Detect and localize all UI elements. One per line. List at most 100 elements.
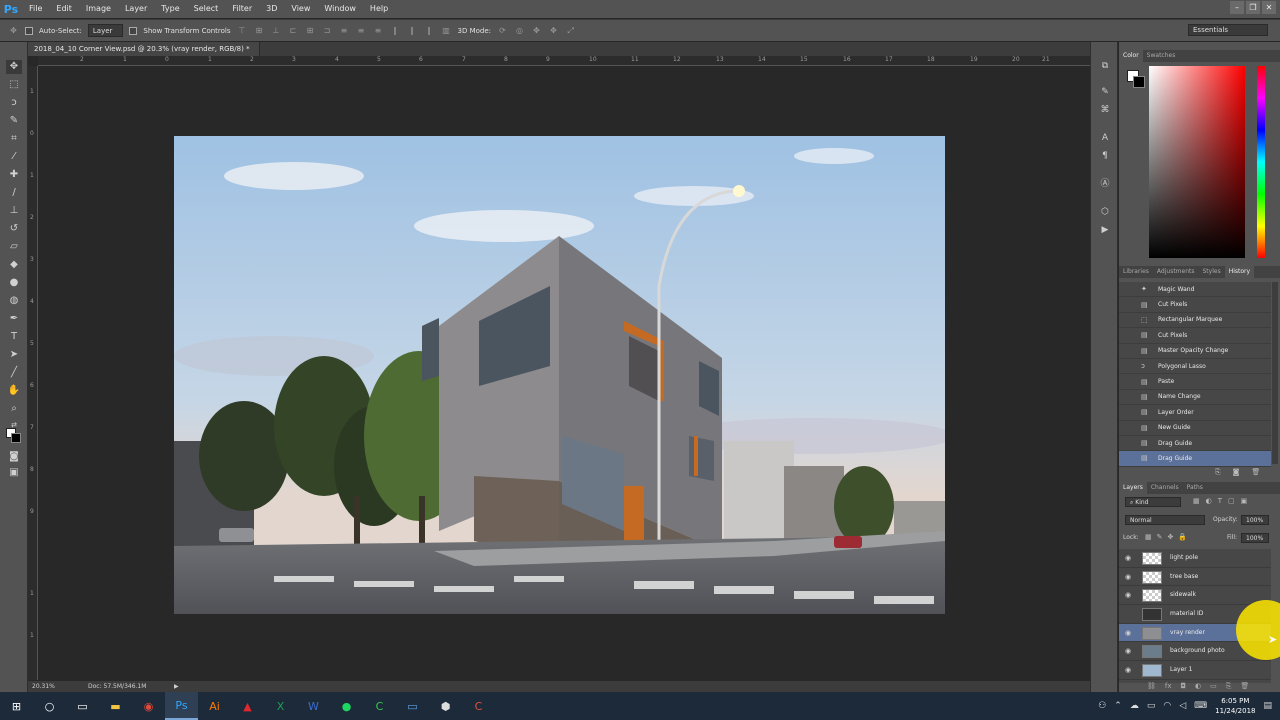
- layer-row[interactable]: ◉ sidewalk: [1119, 586, 1271, 606]
- layer-row[interactable]: ◉ Layer 1: [1119, 661, 1271, 680]
- distribute-top-icon[interactable]: ≡: [339, 25, 350, 36]
- history-item[interactable]: ⬚ Rectangular Marquee: [1119, 313, 1271, 329]
- paint-bucket-tool-icon[interactable]: ◆: [6, 258, 22, 272]
- marquee-tool-icon[interactable]: ⬚: [6, 78, 22, 92]
- fill-input[interactable]: 100%: [1241, 533, 1269, 543]
- workspace-dropdown[interactable]: Essentials: [1188, 24, 1268, 36]
- menu-type[interactable]: Type: [154, 0, 186, 18]
- new-layer-icon[interactable]: ⎘: [1226, 682, 1232, 692]
- distribute-right-icon[interactable]: ‖: [424, 25, 435, 36]
- monitor-app-icon[interactable]: ▭: [396, 692, 429, 720]
- keyboard-icon[interactable]: ⌨: [1194, 701, 1207, 711]
- line-tool-icon[interactable]: ╱: [6, 366, 22, 380]
- menu-view[interactable]: View: [284, 0, 317, 18]
- blur-tool-icon[interactable]: ●: [6, 276, 22, 290]
- visibility-eye-hidden-icon[interactable]: ◉: [1125, 610, 1134, 618]
- system-clock[interactable]: 6:05 PM 11/24/2018: [1215, 696, 1255, 716]
- history-item[interactable]: ▤ Paste: [1119, 374, 1271, 390]
- tab-layers[interactable]: Layers: [1119, 482, 1147, 494]
- character-panel-icon[interactable]: A: [1099, 132, 1111, 144]
- visibility-eye-icon[interactable]: ◉: [1125, 573, 1134, 581]
- history-item[interactable]: ▤ Name Change: [1119, 390, 1271, 406]
- visibility-eye-icon[interactable]: ◉: [1125, 666, 1134, 674]
- notifications-icon[interactable]: ▤: [1263, 701, 1272, 711]
- background-color-swatch[interactable]: [1133, 76, 1145, 88]
- menu-layer[interactable]: Layer: [118, 0, 154, 18]
- menu-help[interactable]: Help: [363, 0, 395, 18]
- new-snapshot-icon[interactable]: ◙: [1233, 468, 1240, 477]
- document-tab[interactable]: 2018_04_10 Corner View.psd @ 20.3% (vray…: [28, 42, 260, 67]
- history-scrollbar[interactable]: [1272, 282, 1278, 464]
- 3d-roll-icon[interactable]: ◎: [514, 25, 525, 36]
- horizontal-ruler[interactable]: 2 1 0 1 2 3 4 5 6 7 8 9 10 11 12 13 14 1…: [38, 56, 1090, 66]
- canvas-area[interactable]: [39, 66, 1090, 680]
- onedrive-icon[interactable]: ☁: [1130, 701, 1139, 711]
- background-color-swatch[interactable]: [11, 433, 21, 443]
- menu-3d[interactable]: 3D: [259, 0, 284, 18]
- cortana-search-icon[interactable]: ○: [33, 692, 66, 720]
- tab-styles[interactable]: Styles: [1199, 266, 1225, 278]
- move-tool-icon[interactable]: ✥: [6, 60, 22, 74]
- menu-edit[interactable]: Edit: [49, 0, 79, 18]
- opacity-input[interactable]: 100%: [1241, 515, 1269, 525]
- link-layers-icon[interactable]: ⛓: [1147, 682, 1156, 692]
- adjustment-layer-icon[interactable]: ◐: [1195, 682, 1201, 692]
- chrome-icon[interactable]: ◉: [132, 692, 165, 720]
- spotify-icon[interactable]: ●: [330, 692, 363, 720]
- history-item[interactable]: ↄ Polygonal Lasso: [1119, 359, 1271, 375]
- battery-icon[interactable]: ▭: [1147, 701, 1156, 711]
- tab-adjustments[interactable]: Adjustments: [1153, 266, 1199, 278]
- document-canvas[interactable]: [174, 136, 945, 614]
- delete-layer-icon[interactable]: 🗑: [1240, 682, 1249, 692]
- clone-stamp-tool-icon[interactable]: ⊥: [6, 204, 22, 218]
- 3d-rotate-icon[interactable]: ⟳: [497, 25, 508, 36]
- history-item-selected[interactable]: ▤ Drag Guide: [1119, 451, 1271, 467]
- type-tool-icon[interactable]: T: [6, 330, 22, 344]
- camtasia-icon[interactable]: C: [363, 692, 396, 720]
- 3d-panel-icon[interactable]: ⬡: [1099, 206, 1111, 218]
- visibility-eye-icon[interactable]: ◉: [1125, 647, 1134, 655]
- word-icon[interactable]: W: [297, 692, 330, 720]
- tab-swatches[interactable]: Swatches: [1143, 50, 1180, 62]
- auto-select-dropdown[interactable]: Layer: [87, 24, 124, 37]
- auto-align-icon[interactable]: ▥: [441, 25, 452, 36]
- healing-brush-tool-icon[interactable]: ✚: [6, 168, 22, 182]
- history-item[interactable]: ▤ Drag Guide: [1119, 436, 1271, 452]
- screen-mode-icon[interactable]: ▣: [6, 466, 22, 480]
- layer-filter-icons[interactable]: ▦◐T▢▣: [1193, 497, 1253, 505]
- glyphs-panel-icon[interactable]: Ⓐ: [1099, 178, 1111, 190]
- auto-select-checkbox[interactable]: [25, 26, 33, 35]
- file-explorer-icon[interactable]: ▬: [99, 692, 132, 720]
- layer-filter-kind[interactable]: ⌕ Kind: [1125, 497, 1181, 507]
- menu-filter[interactable]: Filter: [225, 0, 259, 18]
- pen-tool-icon[interactable]: ✒: [6, 312, 22, 326]
- delete-state-icon[interactable]: 🗑: [1251, 468, 1260, 477]
- layer-row[interactable]: ◉ light pole: [1119, 549, 1271, 568]
- tab-channels[interactable]: Channels: [1147, 482, 1183, 494]
- vertical-ruler[interactable]: 1 0 1 2 3 4 5 6 7 8 9 1 1: [28, 66, 38, 680]
- sketchup-icon[interactable]: ⬢: [429, 692, 462, 720]
- crop-tool-icon[interactable]: ⌗: [6, 132, 22, 146]
- start-button-icon[interactable]: ⊞: [0, 692, 33, 720]
- distribute-bottom-icon[interactable]: ≡: [373, 25, 384, 36]
- align-hcenter-icon[interactable]: ⊞: [305, 25, 316, 36]
- tab-libraries[interactable]: Libraries: [1119, 266, 1153, 278]
- menu-file[interactable]: File: [22, 0, 49, 18]
- distribute-left-icon[interactable]: ‖: [390, 25, 401, 36]
- close-button[interactable]: ✕: [1262, 1, 1276, 14]
- task-view-icon[interactable]: ▭: [66, 692, 99, 720]
- align-top-icon[interactable]: ⊤: [237, 25, 248, 36]
- path-select-tool-icon[interactable]: ➤: [6, 348, 22, 362]
- eraser-tool-icon[interactable]: ▱: [6, 240, 22, 254]
- history-panel-icon[interactable]: ⧉: [1099, 60, 1111, 72]
- brush-settings-icon[interactable]: ✎: [1099, 86, 1111, 98]
- minimize-button[interactable]: –: [1230, 1, 1244, 14]
- history-item[interactable]: ✦ Magic Wand: [1119, 282, 1271, 298]
- actions-panel-icon[interactable]: ▶: [1099, 224, 1111, 236]
- 3d-pan-icon[interactable]: ✥: [531, 25, 542, 36]
- distribute-vcenter-icon[interactable]: ≡: [356, 25, 367, 36]
- wifi-icon[interactable]: ◠: [1163, 701, 1171, 711]
- move-tool-preset-icon[interactable]: ✥: [8, 25, 19, 36]
- history-item[interactable]: ▤ Master Opacity Change: [1119, 344, 1271, 359]
- 3d-slide-icon[interactable]: ✥: [548, 25, 559, 36]
